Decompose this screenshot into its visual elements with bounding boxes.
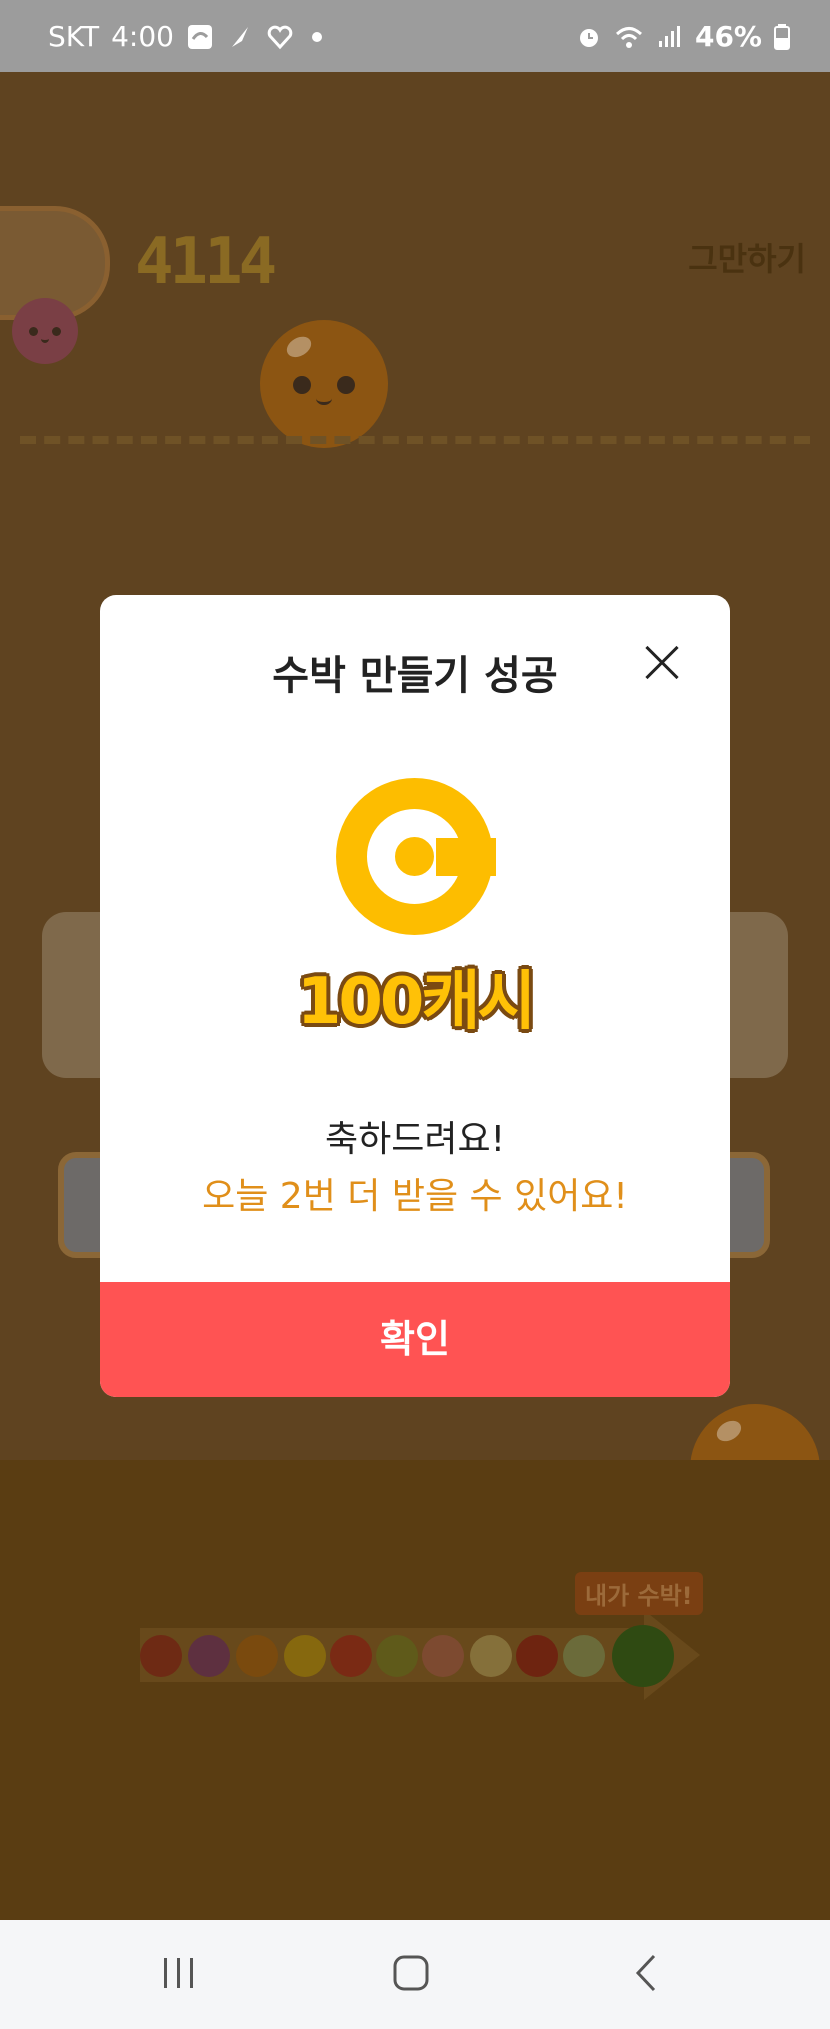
- time-label: 4:00: [111, 20, 174, 53]
- next-fruit-grape: [12, 298, 78, 364]
- score-display: 4114: [135, 225, 277, 299]
- wifi-icon: [615, 26, 642, 48]
- recent-apps-icon[interactable]: [160, 1954, 198, 1992]
- system-nav-bar: [0, 1920, 830, 2029]
- evo-fruit-lemon: [284, 1635, 326, 1677]
- evo-fruit-grape: [188, 1635, 230, 1677]
- evo-fruit-pear: [470, 1635, 512, 1677]
- status-bar: SKT 4:00 46%: [0, 0, 830, 72]
- remaining-count-message: 오늘 2번 더 받을 수 있어요!: [202, 1176, 628, 1217]
- carrier-label: SKT: [48, 20, 100, 53]
- dialog-title: 수박 만들기 성공: [272, 653, 558, 699]
- alarm-icon: [579, 28, 598, 47]
- evo-fruit-cherry: [140, 1635, 182, 1677]
- evo-fruit-melon: [563, 1635, 605, 1677]
- battery-icon: [774, 23, 790, 50]
- close-icon[interactable]: [644, 645, 680, 681]
- evo-fruit-peach: [422, 1635, 464, 1677]
- back-icon[interactable]: [628, 1954, 666, 1992]
- battery-percent: 46%: [694, 20, 762, 53]
- evo-fruit-apple: [516, 1635, 558, 1677]
- dropping-fruit-tangerine: [260, 320, 388, 448]
- signal-icon: [658, 25, 680, 47]
- cash-coin-icon: [336, 778, 496, 935]
- confirm-button[interactable]: 확인: [100, 1282, 730, 1397]
- evo-fruit-kiwi: [376, 1635, 418, 1677]
- evo-fruit-tomato: [330, 1635, 372, 1677]
- feather-notification-icon: [231, 26, 248, 47]
- limit-line: [20, 436, 810, 444]
- more-notifications-dot: [311, 31, 322, 42]
- reward-amount: 100캐시: [296, 965, 536, 1039]
- evo-fruit-watermelon: [612, 1625, 674, 1687]
- evo-fruit-tangerine: [236, 1635, 278, 1677]
- heart-notification-icon: [267, 25, 293, 49]
- success-dialog: 수박 만들기 성공 100캐시 축하드려요! 오늘 2번 더 받을 수 있어요!…: [100, 595, 730, 1397]
- home-icon[interactable]: [392, 1954, 430, 1992]
- app-notification-icon: [187, 24, 212, 49]
- congrats-message: 축하드려요!: [324, 1119, 506, 1160]
- evolution-label: 내가 수박!: [575, 1572, 703, 1615]
- evolution-zone: [0, 1460, 830, 1993]
- quit-button[interactable]: 그만하기: [688, 234, 806, 280]
